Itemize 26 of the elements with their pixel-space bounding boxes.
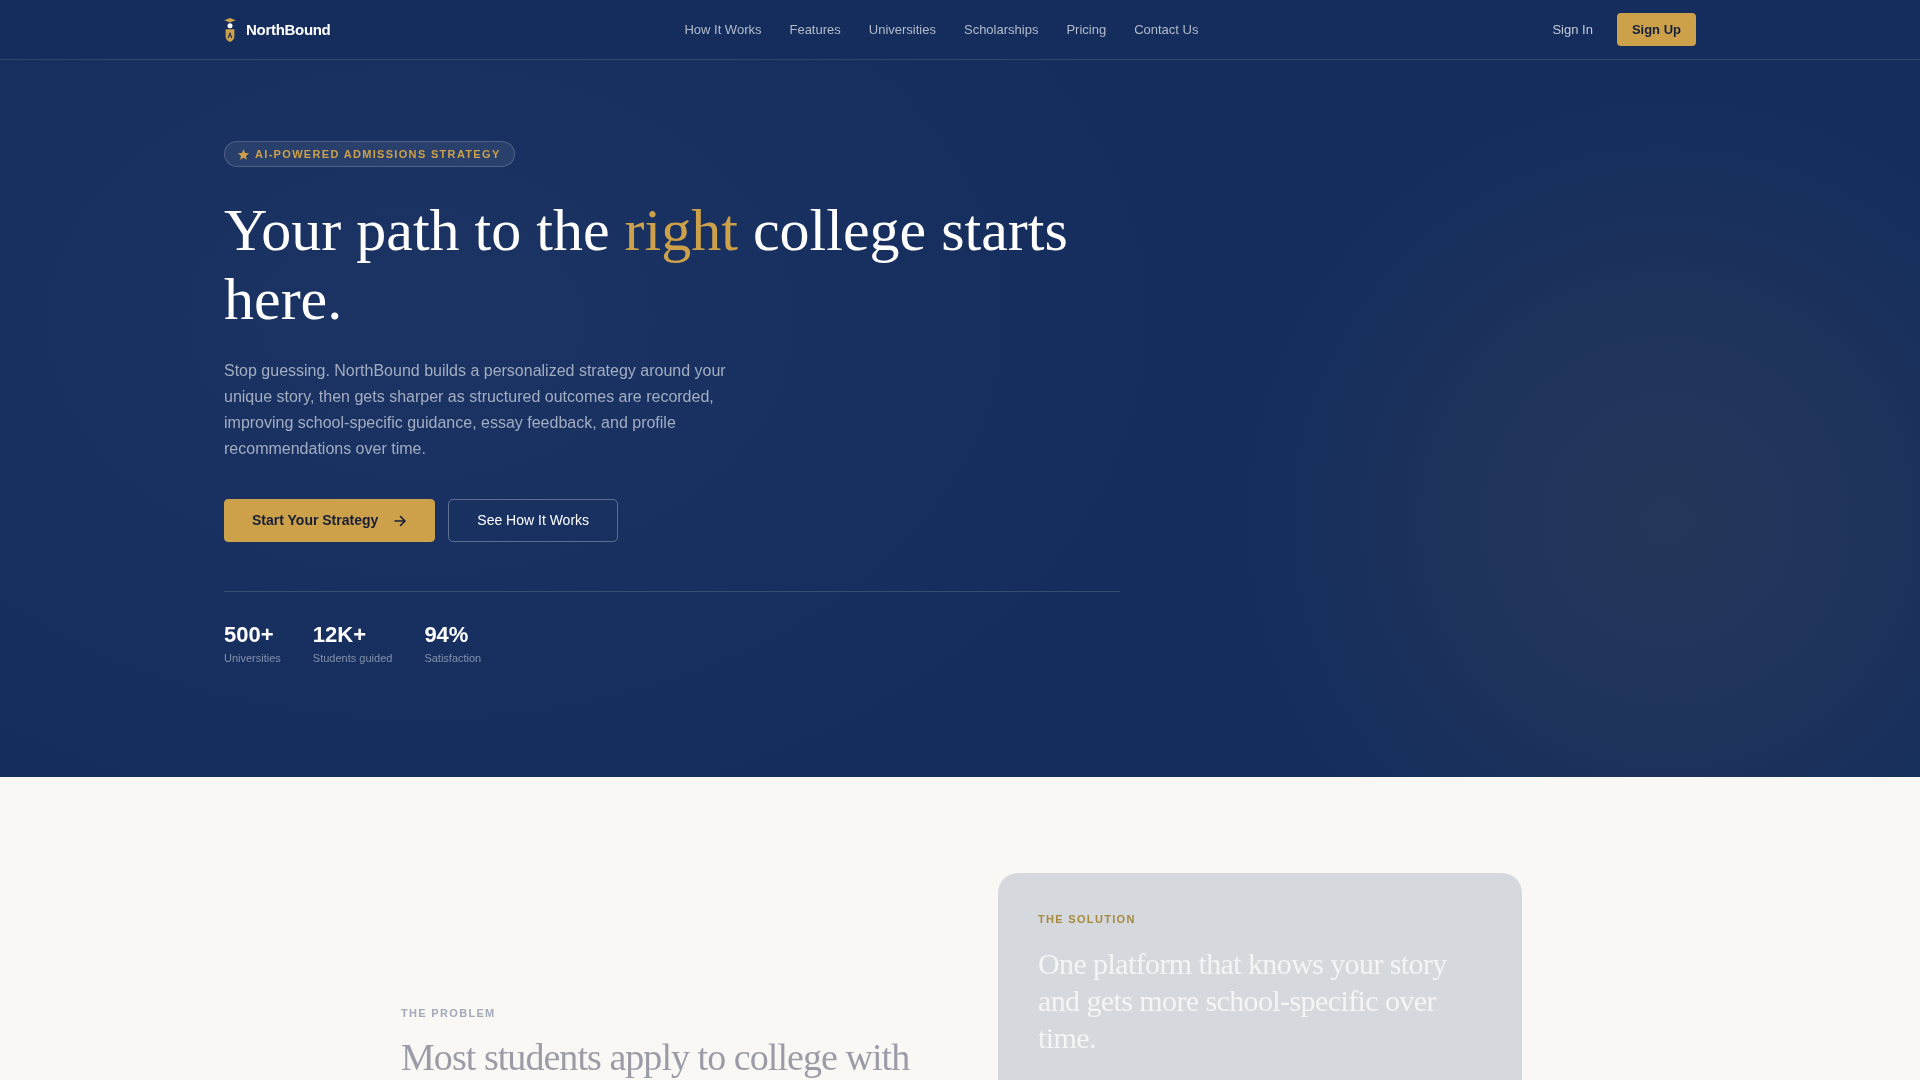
tagline-text: AI-POWERED ADMISSIONS STRATEGY (255, 147, 501, 161)
stat-label: Satisfaction (424, 651, 482, 665)
stat-label: Students guided (312, 651, 393, 665)
section-heading: Most students apply to college with (401, 1036, 911, 1080)
sign-in-link[interactable]: Sign In (1552, 20, 1593, 39)
cta-button[interactable]: Start Your Strategy (224, 499, 436, 542)
stat-value: 94% (424, 622, 470, 648)
arrow-right-icon (394, 514, 407, 527)
sign-up-button[interactable]: Sign Up (1616, 13, 1696, 46)
nav-link[interactable]: Pricing (1066, 20, 1107, 39)
nav-link[interactable]: Contact Us (1134, 20, 1199, 39)
stat-label: Universities (224, 651, 281, 665)
star-icon (238, 148, 249, 160)
stat-value: 12K+ (312, 622, 368, 648)
nav-link[interactable]: How It Works (684, 20, 762, 39)
hero-headline: Your path to the right college starts here. (224, 196, 1069, 334)
nav-link[interactable]: Features (789, 20, 841, 39)
secondary-button[interactable]: See How It Works (448, 499, 619, 542)
brand-link[interactable]: NorthBound (224, 17, 331, 42)
hero-description: Stop guessing. NorthBound builds a personalized strategy around your unique story, then gets sharper as structured outcomes are recorded, improving school-specific guidance, essay feedback, and profile recommendations over time. (224, 361, 727, 459)
stat-value: 500+ (224, 622, 275, 648)
graduate-icon (224, 17, 236, 42)
nav-link[interactable]: Universities (868, 20, 936, 39)
section-label: THE SOLUTION (1038, 912, 1137, 927)
section-label: THE PROBLEM (401, 1006, 497, 1021)
nav-link[interactable]: Scholarships (963, 20, 1039, 39)
